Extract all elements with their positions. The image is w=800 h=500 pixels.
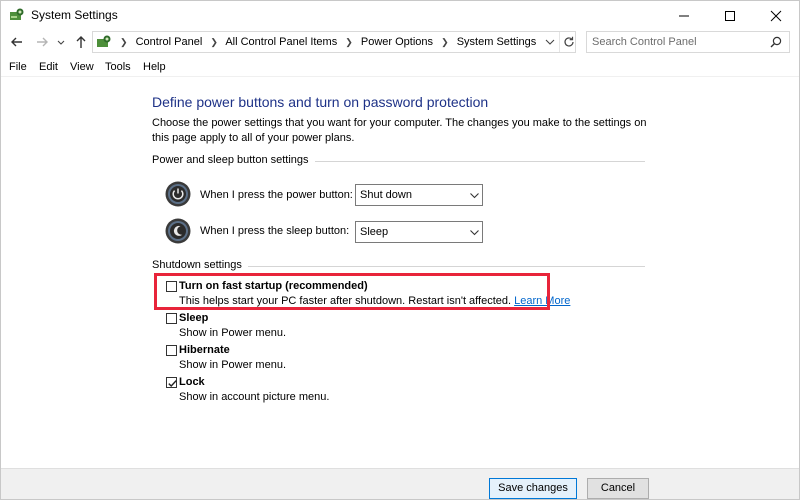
- checkmark-icon: [168, 380, 177, 388]
- lock-checkbox[interactable]: [166, 377, 177, 388]
- power-button-value: Shut down: [360, 189, 412, 201]
- shutdown-heading: Shutdown settings: [152, 259, 248, 271]
- page-description: Choose the power settings that you want …: [152, 117, 647, 144]
- save-changes-button[interactable]: Save changes: [489, 478, 577, 499]
- minimize-icon: [679, 15, 689, 17]
- menu-bar: File Edit View Tools Help: [1, 57, 799, 77]
- refresh-button[interactable]: [559, 32, 576, 52]
- lock-option-description: Show in account picture menu.: [179, 391, 330, 403]
- fast-startup-highlight: [154, 273, 550, 310]
- breadcrumb-all-items[interactable]: All Control Panel Items: [225, 36, 337, 48]
- title-bar: System Settings: [1, 1, 799, 29]
- recent-locations-button[interactable]: [56, 34, 66, 50]
- up-arrow-icon: [76, 36, 86, 48]
- search-box: [586, 31, 790, 53]
- forward-arrow-icon: [37, 37, 48, 47]
- chevron-right-icon[interactable]: ❯: [345, 37, 353, 47]
- maximize-icon: [725, 11, 735, 21]
- menu-file[interactable]: File: [9, 61, 27, 73]
- sleep-button-label: When I press the sleep button:: [200, 225, 350, 237]
- main-content: Define power buttons and turn on passwor…: [1, 78, 799, 468]
- close-button[interactable]: [753, 1, 799, 29]
- address-history-dropdown[interactable]: [541, 32, 559, 52]
- menu-tools[interactable]: Tools: [105, 61, 131, 73]
- page-title: Define power buttons and turn on passwor…: [152, 94, 489, 110]
- back-button[interactable]: [9, 34, 25, 50]
- power-button-select[interactable]: Shut down: [355, 184, 483, 206]
- power-sleep-heading: Power and sleep button settings: [152, 154, 315, 166]
- window-title: System Settings: [31, 8, 118, 22]
- address-bar[interactable]: ❯ Control Panel ❯ All Control Panel Item…: [92, 31, 576, 53]
- up-button[interactable]: [73, 34, 89, 50]
- system-settings-window: System Settings ❯ Control Panel ❯ All Co…: [0, 0, 800, 500]
- chevron-right-icon[interactable]: ❯: [441, 37, 449, 47]
- sleep-button-icon: [165, 218, 191, 244]
- minimize-button[interactable]: [661, 1, 707, 29]
- sleep-button-select[interactable]: Sleep: [355, 221, 483, 243]
- search-icon[interactable]: [770, 36, 782, 48]
- maximize-button[interactable]: [707, 1, 753, 29]
- lock-option-label[interactable]: Lock: [179, 376, 205, 388]
- refresh-icon: [564, 36, 574, 47]
- chevron-right-icon[interactable]: ❯: [210, 37, 218, 47]
- breadcrumb-control-panel[interactable]: Control Panel: [136, 36, 203, 48]
- menu-help[interactable]: Help: [143, 61, 166, 73]
- sleep-option-label[interactable]: Sleep: [179, 312, 208, 324]
- menu-edit[interactable]: Edit: [39, 61, 58, 73]
- control-panel-icon: [9, 7, 25, 23]
- chevron-down-icon: [545, 39, 555, 45]
- power-button-icon: [165, 181, 191, 207]
- chevron-down-icon: [470, 193, 479, 199]
- hibernate-option-description: Show in Power menu.: [179, 359, 286, 371]
- chevron-down-icon: [470, 230, 479, 236]
- search-input[interactable]: [588, 33, 763, 51]
- chevron-right-icon: ❯: [120, 37, 128, 47]
- cancel-button[interactable]: Cancel: [587, 478, 649, 499]
- navigation-bar: ❯ Control Panel ❯ All Control Panel Item…: [1, 30, 799, 54]
- control-panel-icon: [96, 34, 112, 50]
- breadcrumb-power-options[interactable]: Power Options: [361, 36, 433, 48]
- menu-view[interactable]: View: [70, 61, 94, 73]
- power-button-label: When I press the power button:: [200, 189, 353, 201]
- sleep-option-description: Show in Power menu.: [179, 327, 286, 339]
- back-arrow-icon: [11, 37, 22, 47]
- chevron-down-icon: [57, 40, 65, 45]
- hibernate-option-label[interactable]: Hibernate: [179, 344, 230, 356]
- hibernate-checkbox[interactable]: [166, 345, 177, 356]
- breadcrumb: ❯ Control Panel ❯ All Control Panel Item…: [115, 36, 536, 48]
- forward-button[interactable]: [34, 34, 50, 50]
- footer-bar: Save changes Cancel: [1, 468, 799, 499]
- sleep-checkbox[interactable]: [166, 313, 177, 324]
- close-icon: [770, 10, 782, 22]
- breadcrumb-system-settings[interactable]: System Settings: [457, 36, 536, 48]
- sleep-button-value: Sleep: [360, 226, 389, 238]
